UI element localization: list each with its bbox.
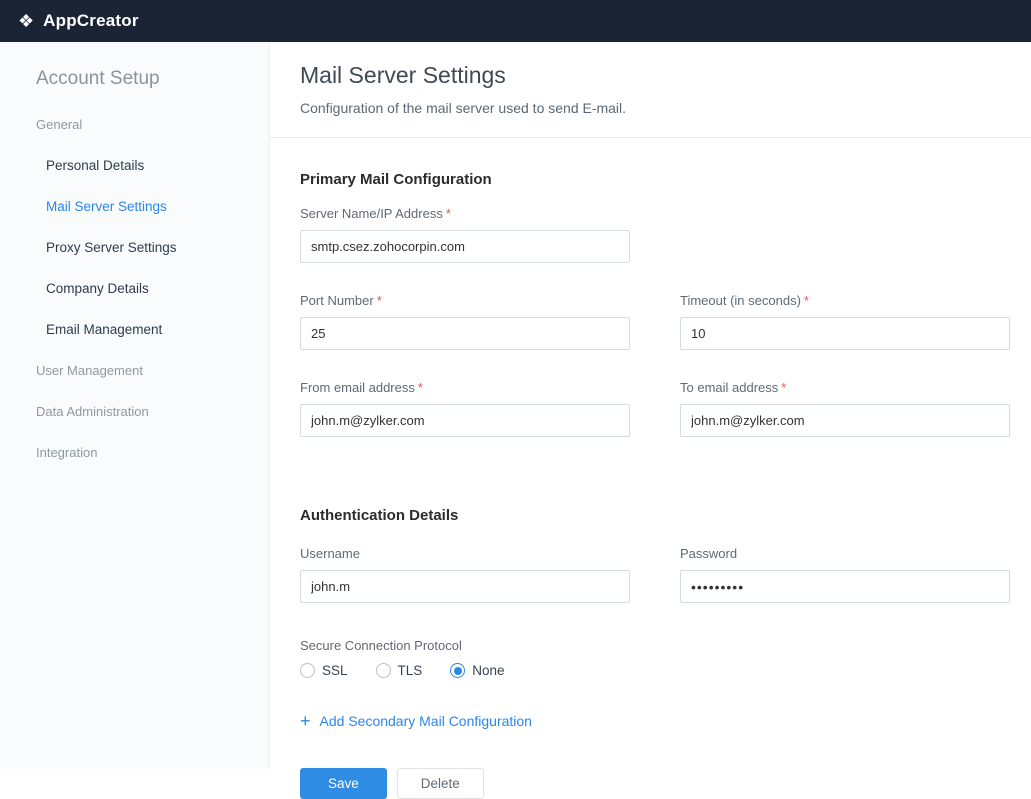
sidebar-item-integration[interactable]: Integration xyxy=(0,432,269,473)
password-input[interactable] xyxy=(680,570,1010,603)
server-name-field: Server Name/IP Address* xyxy=(300,206,1011,263)
radio-ssl[interactable]: SSL xyxy=(300,663,348,678)
to-email-label-text: To email address xyxy=(680,380,778,395)
required-marker: * xyxy=(377,293,382,308)
username-field: Username xyxy=(300,546,630,603)
from-email-label: From email address* xyxy=(300,380,630,395)
radio-ssl-label: SSL xyxy=(322,663,348,678)
sidebar-nav: General Personal Details Mail Server Set… xyxy=(0,104,269,473)
required-marker: * xyxy=(418,380,423,395)
server-name-label-text: Server Name/IP Address xyxy=(300,206,443,221)
username-label: Username xyxy=(300,546,630,561)
required-marker: * xyxy=(446,206,451,221)
port-number-field: Port Number* xyxy=(300,293,630,350)
to-email-input[interactable] xyxy=(680,404,1010,437)
plus-icon: + xyxy=(300,712,311,730)
required-marker: * xyxy=(781,380,786,395)
delete-button[interactable]: Delete xyxy=(397,768,484,799)
radio-tls-circle[interactable] xyxy=(376,663,391,678)
radio-none-label: None xyxy=(472,663,504,678)
to-email-label: To email address* xyxy=(680,380,1010,395)
page-header: Mail Server Settings Configuration of th… xyxy=(270,42,1031,138)
top-app-bar: ❖ AppCreator xyxy=(0,0,1031,42)
timeout-label-text: Timeout (in seconds) xyxy=(680,293,801,308)
to-email-field: To email address* xyxy=(680,380,1010,437)
sidebar-item-mail-server-settings[interactable]: Mail Server Settings xyxy=(0,186,269,227)
secure-protocol-group: Secure Connection Protocol SSL TLS None xyxy=(300,638,1011,678)
settings-sidebar: Account Setup General Personal Details M… xyxy=(0,42,270,769)
port-number-label-text: Port Number xyxy=(300,293,374,308)
timeout-input[interactable] xyxy=(680,317,1010,350)
sidebar-item-general[interactable]: General xyxy=(0,104,269,145)
protocol-radio-group: SSL TLS None xyxy=(300,663,1011,678)
sidebar-item-email-management[interactable]: Email Management xyxy=(0,309,269,350)
page-subtitle: Configuration of the mail server used to… xyxy=(300,100,1011,116)
sidebar-item-company-details[interactable]: Company Details xyxy=(0,268,269,309)
mail-server-form: Primary Mail Configuration Server Name/I… xyxy=(270,138,1031,799)
sidebar-item-data-administration[interactable]: Data Administration xyxy=(0,391,269,432)
sidebar-item-user-management[interactable]: User Management xyxy=(0,350,269,391)
password-label: Password xyxy=(680,546,1010,561)
port-number-input[interactable] xyxy=(300,317,630,350)
add-secondary-mail-label: Add Secondary Mail Configuration xyxy=(320,713,532,729)
radio-ssl-circle[interactable] xyxy=(300,663,315,678)
form-actions: Save Delete xyxy=(300,768,1011,799)
required-marker: * xyxy=(804,293,809,308)
from-email-input[interactable] xyxy=(300,404,630,437)
password-field: Password xyxy=(680,546,1010,603)
main-panel: Mail Server Settings Configuration of th… xyxy=(270,42,1031,769)
port-number-label: Port Number* xyxy=(300,293,630,308)
primary-config-heading: Primary Mail Configuration xyxy=(300,171,1011,188)
radio-none[interactable]: None xyxy=(450,663,504,678)
page-title: Mail Server Settings xyxy=(300,62,1011,89)
timeout-label: Timeout (in seconds)* xyxy=(680,293,1010,308)
save-button[interactable]: Save xyxy=(300,768,387,799)
username-input[interactable] xyxy=(300,570,630,603)
radio-none-circle[interactable] xyxy=(450,663,465,678)
secure-protocol-label: Secure Connection Protocol xyxy=(300,638,1011,653)
sidebar-title: Account Setup xyxy=(36,68,269,90)
app-name: AppCreator xyxy=(43,11,139,31)
add-secondary-mail-link[interactable]: + Add Secondary Mail Configuration xyxy=(300,712,532,730)
radio-tls-label: TLS xyxy=(398,663,423,678)
from-email-label-text: From email address xyxy=(300,380,415,395)
sidebar-item-proxy-server-settings[interactable]: Proxy Server Settings xyxy=(0,227,269,268)
timeout-field: Timeout (in seconds)* xyxy=(680,293,1010,350)
app-logo-icon: ❖ xyxy=(18,12,34,30)
server-name-input[interactable] xyxy=(300,230,630,263)
auth-details-heading: Authentication Details xyxy=(300,507,1011,524)
radio-tls[interactable]: TLS xyxy=(376,663,423,678)
server-name-label: Server Name/IP Address* xyxy=(300,206,1011,221)
sidebar-item-personal-details[interactable]: Personal Details xyxy=(0,145,269,186)
from-email-field: From email address* xyxy=(300,380,630,437)
